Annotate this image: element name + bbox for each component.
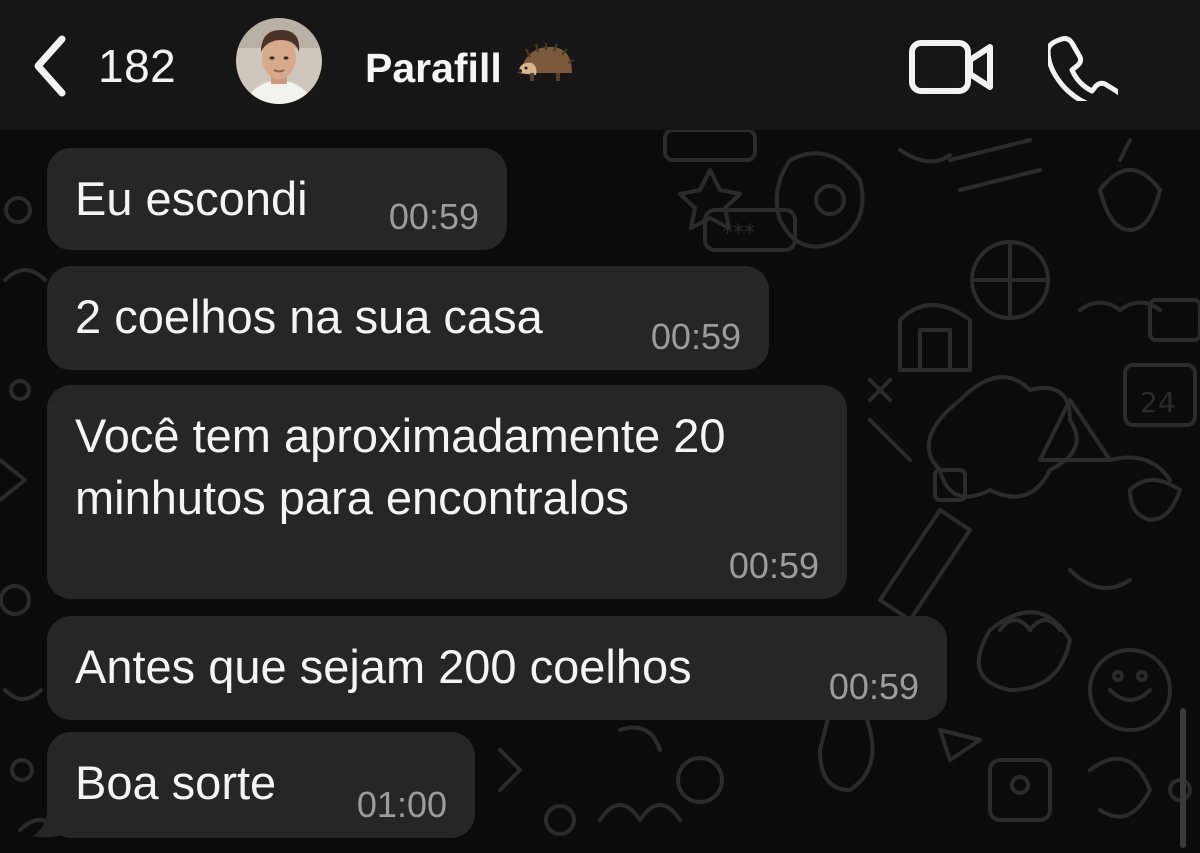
chat-header: 182 Parafill [0, 0, 1200, 130]
message-bubble[interactable]: Você tem aproximadamente 20 minhutos par… [47, 385, 847, 599]
video-camera-icon [909, 40, 993, 94]
scrollbar[interactable] [1180, 708, 1186, 848]
message-bubble[interactable]: Boa sorte 01:00 [47, 732, 475, 838]
contact-name[interactable]: Parafill [365, 38, 575, 98]
message-text: Antes que sejam 200 coelhos [75, 640, 692, 693]
chevron-left-icon [34, 35, 66, 97]
back-button[interactable]: 182 [30, 30, 176, 102]
hedgehog-icon [516, 43, 575, 93]
avatar[interactable] [236, 18, 322, 104]
message-text: Você tem aproximadamente 20 minhutos par… [75, 409, 726, 524]
message-time: 00:59 [388, 196, 479, 237]
bubble-tail [32, 806, 70, 838]
video-call-button[interactable] [908, 38, 996, 96]
message-bubble[interactable]: Antes que sejam 200 coelhos 00:59 [47, 616, 947, 720]
message-time: 00:59 [650, 316, 741, 357]
message-time: 01:00 [356, 784, 447, 825]
avatar-image [236, 18, 322, 104]
message-time: 00:59 [728, 545, 819, 586]
phone-icon [1045, 36, 1125, 112]
contact-name-label: Parafill [365, 44, 502, 91]
message-time: 00:59 [828, 666, 919, 707]
voice-call-button[interactable] [1045, 33, 1125, 112]
message-bubble[interactable]: 2 coelhos na sua casa 00:59 [47, 266, 769, 370]
message-text: 2 coelhos na sua casa [75, 290, 543, 343]
unread-count: 182 [98, 40, 177, 92]
chat-screen: *** 24 182 Parafill Eu escondi 00:59 2 c… [0, 0, 1200, 853]
message-bubble[interactable]: Eu escondi 00:59 [47, 148, 507, 250]
message-list[interactable]: Eu escondi 00:59 2 coelhos na sua casa 0… [0, 130, 1200, 853]
